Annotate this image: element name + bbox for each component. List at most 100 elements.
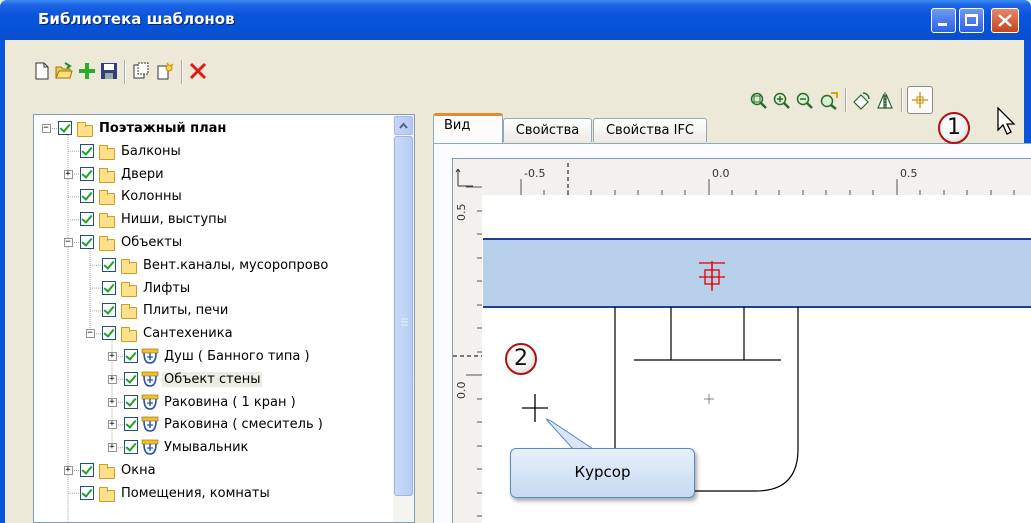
close-icon xyxy=(998,14,1012,27)
zoom-in-icon[interactable] xyxy=(773,92,791,110)
rotate-icon[interactable] xyxy=(852,92,870,110)
template-icon xyxy=(141,417,159,433)
mirror-icon[interactable] xyxy=(876,92,894,110)
expand-toggle-icon[interactable]: + xyxy=(63,169,73,179)
scroll-thumb[interactable] xyxy=(394,136,413,496)
save-icon[interactable] xyxy=(100,62,118,80)
minimize-icon xyxy=(938,23,947,26)
open-icon[interactable] xyxy=(55,62,73,80)
tree-item[interactable]: + Душ ( Банного типа ) xyxy=(34,347,394,369)
expand-toggle-icon[interactable]: + xyxy=(107,352,117,361)
toolbar-separator xyxy=(124,60,126,84)
tree-item-label: Ниши, выступы xyxy=(121,212,227,228)
paste-icon[interactable] xyxy=(156,62,174,80)
tree-item-checkbox[interactable] xyxy=(80,166,94,181)
maximize-icon xyxy=(965,14,978,26)
tree-item[interactable]: − Сантехеника xyxy=(34,324,394,346)
tree-item-checkbox[interactable] xyxy=(80,143,94,158)
zoom-extents-icon[interactable] xyxy=(750,92,768,110)
folder-icon xyxy=(99,190,115,206)
tree-item[interactable]: + Раковина ( смеситель ) xyxy=(34,415,394,437)
expand-toggle-icon[interactable]: + xyxy=(107,443,117,453)
folder-icon xyxy=(121,281,137,297)
tree-item-checkbox[interactable] xyxy=(102,303,116,318)
maximize-button[interactable] xyxy=(959,8,984,33)
folder-icon xyxy=(121,304,137,320)
tab-properties[interactable]: Свойства xyxy=(503,118,592,142)
folder-icon xyxy=(99,486,115,502)
tree-item[interactable]: − Объекты xyxy=(34,233,394,255)
tree-item-label: Объекты xyxy=(121,235,183,250)
ruler-label-top: 0.5 xyxy=(900,167,918,180)
minimize-button[interactable] xyxy=(931,8,956,33)
tree-item[interactable]: Балконы xyxy=(34,142,394,164)
expand-toggle-icon[interactable]: + xyxy=(107,397,117,407)
expand-toggle-icon[interactable]: + xyxy=(107,374,117,384)
tree-item-checkbox[interactable] xyxy=(102,257,116,272)
tree-item-checkbox[interactable] xyxy=(58,121,72,135)
grip-icon xyxy=(401,318,408,326)
tree-item[interactable]: Колонны xyxy=(34,187,394,209)
template-tree[interactable]: − Поэтажный план Балконы + Двери Колонны Ниши,… xyxy=(33,114,415,523)
tab-ifc-properties-label: Свойства IFC xyxy=(605,123,694,138)
tree-item-label: Двери xyxy=(121,166,164,182)
title-bar[interactable]: Библиотека шаблонов xyxy=(0,0,1031,40)
tree-item[interactable]: + Раковина ( 1 кран ) xyxy=(34,393,394,415)
callout-2: 2 xyxy=(505,343,537,375)
tree-item[interactable]: Ниши, выступы xyxy=(34,210,394,232)
collapse-toggle-icon[interactable]: − xyxy=(63,238,73,247)
tree-item-label: Лифты xyxy=(143,280,191,296)
tree-item-checkbox[interactable] xyxy=(80,212,94,227)
collapse-toggle-icon[interactable]: − xyxy=(85,329,95,339)
tree-item[interactable]: + Двери xyxy=(34,165,394,187)
expand-toggle-icon[interactable]: + xyxy=(107,420,117,430)
tree-item[interactable]: − Поэтажный план xyxy=(34,119,394,141)
tree-scrollbar[interactable] xyxy=(393,115,414,522)
tree-item-checkbox[interactable] xyxy=(80,235,94,249)
tree-item-checkbox[interactable] xyxy=(124,394,138,409)
tree-item[interactable]: + Окна xyxy=(34,461,394,483)
scroll-up-button[interactable] xyxy=(394,116,413,135)
expand-toggle-icon[interactable]: + xyxy=(63,466,73,475)
tree-item[interactable]: Вент.каналы, мусоропрово xyxy=(34,256,394,278)
delete-icon[interactable] xyxy=(189,62,207,80)
tree-item-checkbox[interactable] xyxy=(102,326,116,341)
tab-view[interactable]: Вид xyxy=(433,113,503,145)
tree-item-label: Умывальник xyxy=(164,440,249,456)
wall-band xyxy=(483,239,1031,307)
tree-item[interactable]: Лифты xyxy=(34,279,394,301)
tree-item-label: Объект стены xyxy=(162,371,263,387)
tree-item-checkbox[interactable] xyxy=(80,189,94,204)
add-icon[interactable] xyxy=(78,62,96,80)
copy-icon[interactable] xyxy=(132,62,150,80)
close-button[interactable] xyxy=(991,8,1019,33)
base-point-button[interactable] xyxy=(907,86,933,114)
tree-item[interactable]: + Умывальник xyxy=(34,438,394,460)
tree-item-label: Плиты, печи xyxy=(143,303,229,319)
ruler-label-top: -0.5 xyxy=(524,167,546,180)
folder-icon xyxy=(99,167,115,183)
tab-view-label: Вид xyxy=(444,118,471,133)
tab-ifc-properties[interactable]: Свойства IFC xyxy=(593,118,707,142)
tree-item[interactable]: + Объект стены xyxy=(34,370,394,392)
tree-item[interactable]: Плиты, печи xyxy=(34,301,394,323)
tree-item[interactable]: Помещения, комнаты xyxy=(34,484,394,506)
tree-item-checkbox[interactable] xyxy=(102,280,116,295)
collapse-toggle-icon[interactable]: − xyxy=(41,124,51,133)
new-icon[interactable] xyxy=(33,62,51,80)
tree-item-checkbox[interactable] xyxy=(124,417,138,432)
tree-item-checkbox[interactable] xyxy=(80,463,94,477)
tree-item-checkbox[interactable] xyxy=(124,440,138,455)
template-icon xyxy=(141,348,159,364)
zoom-all-icon[interactable] xyxy=(820,92,838,110)
tree-item-checkbox[interactable] xyxy=(124,349,138,363)
zoom-out-icon[interactable] xyxy=(796,92,814,110)
callout-1: 1 xyxy=(938,112,970,144)
template-icon xyxy=(141,439,159,455)
tree-item-checkbox[interactable] xyxy=(124,371,138,386)
tooltip-text: Курсор xyxy=(574,463,631,481)
tree-item-label: Помещения, комнаты xyxy=(121,485,270,501)
ruler-label-left: 0.0 xyxy=(455,381,468,400)
tree-item-checkbox[interactable] xyxy=(80,485,94,500)
folder-icon xyxy=(99,464,115,479)
